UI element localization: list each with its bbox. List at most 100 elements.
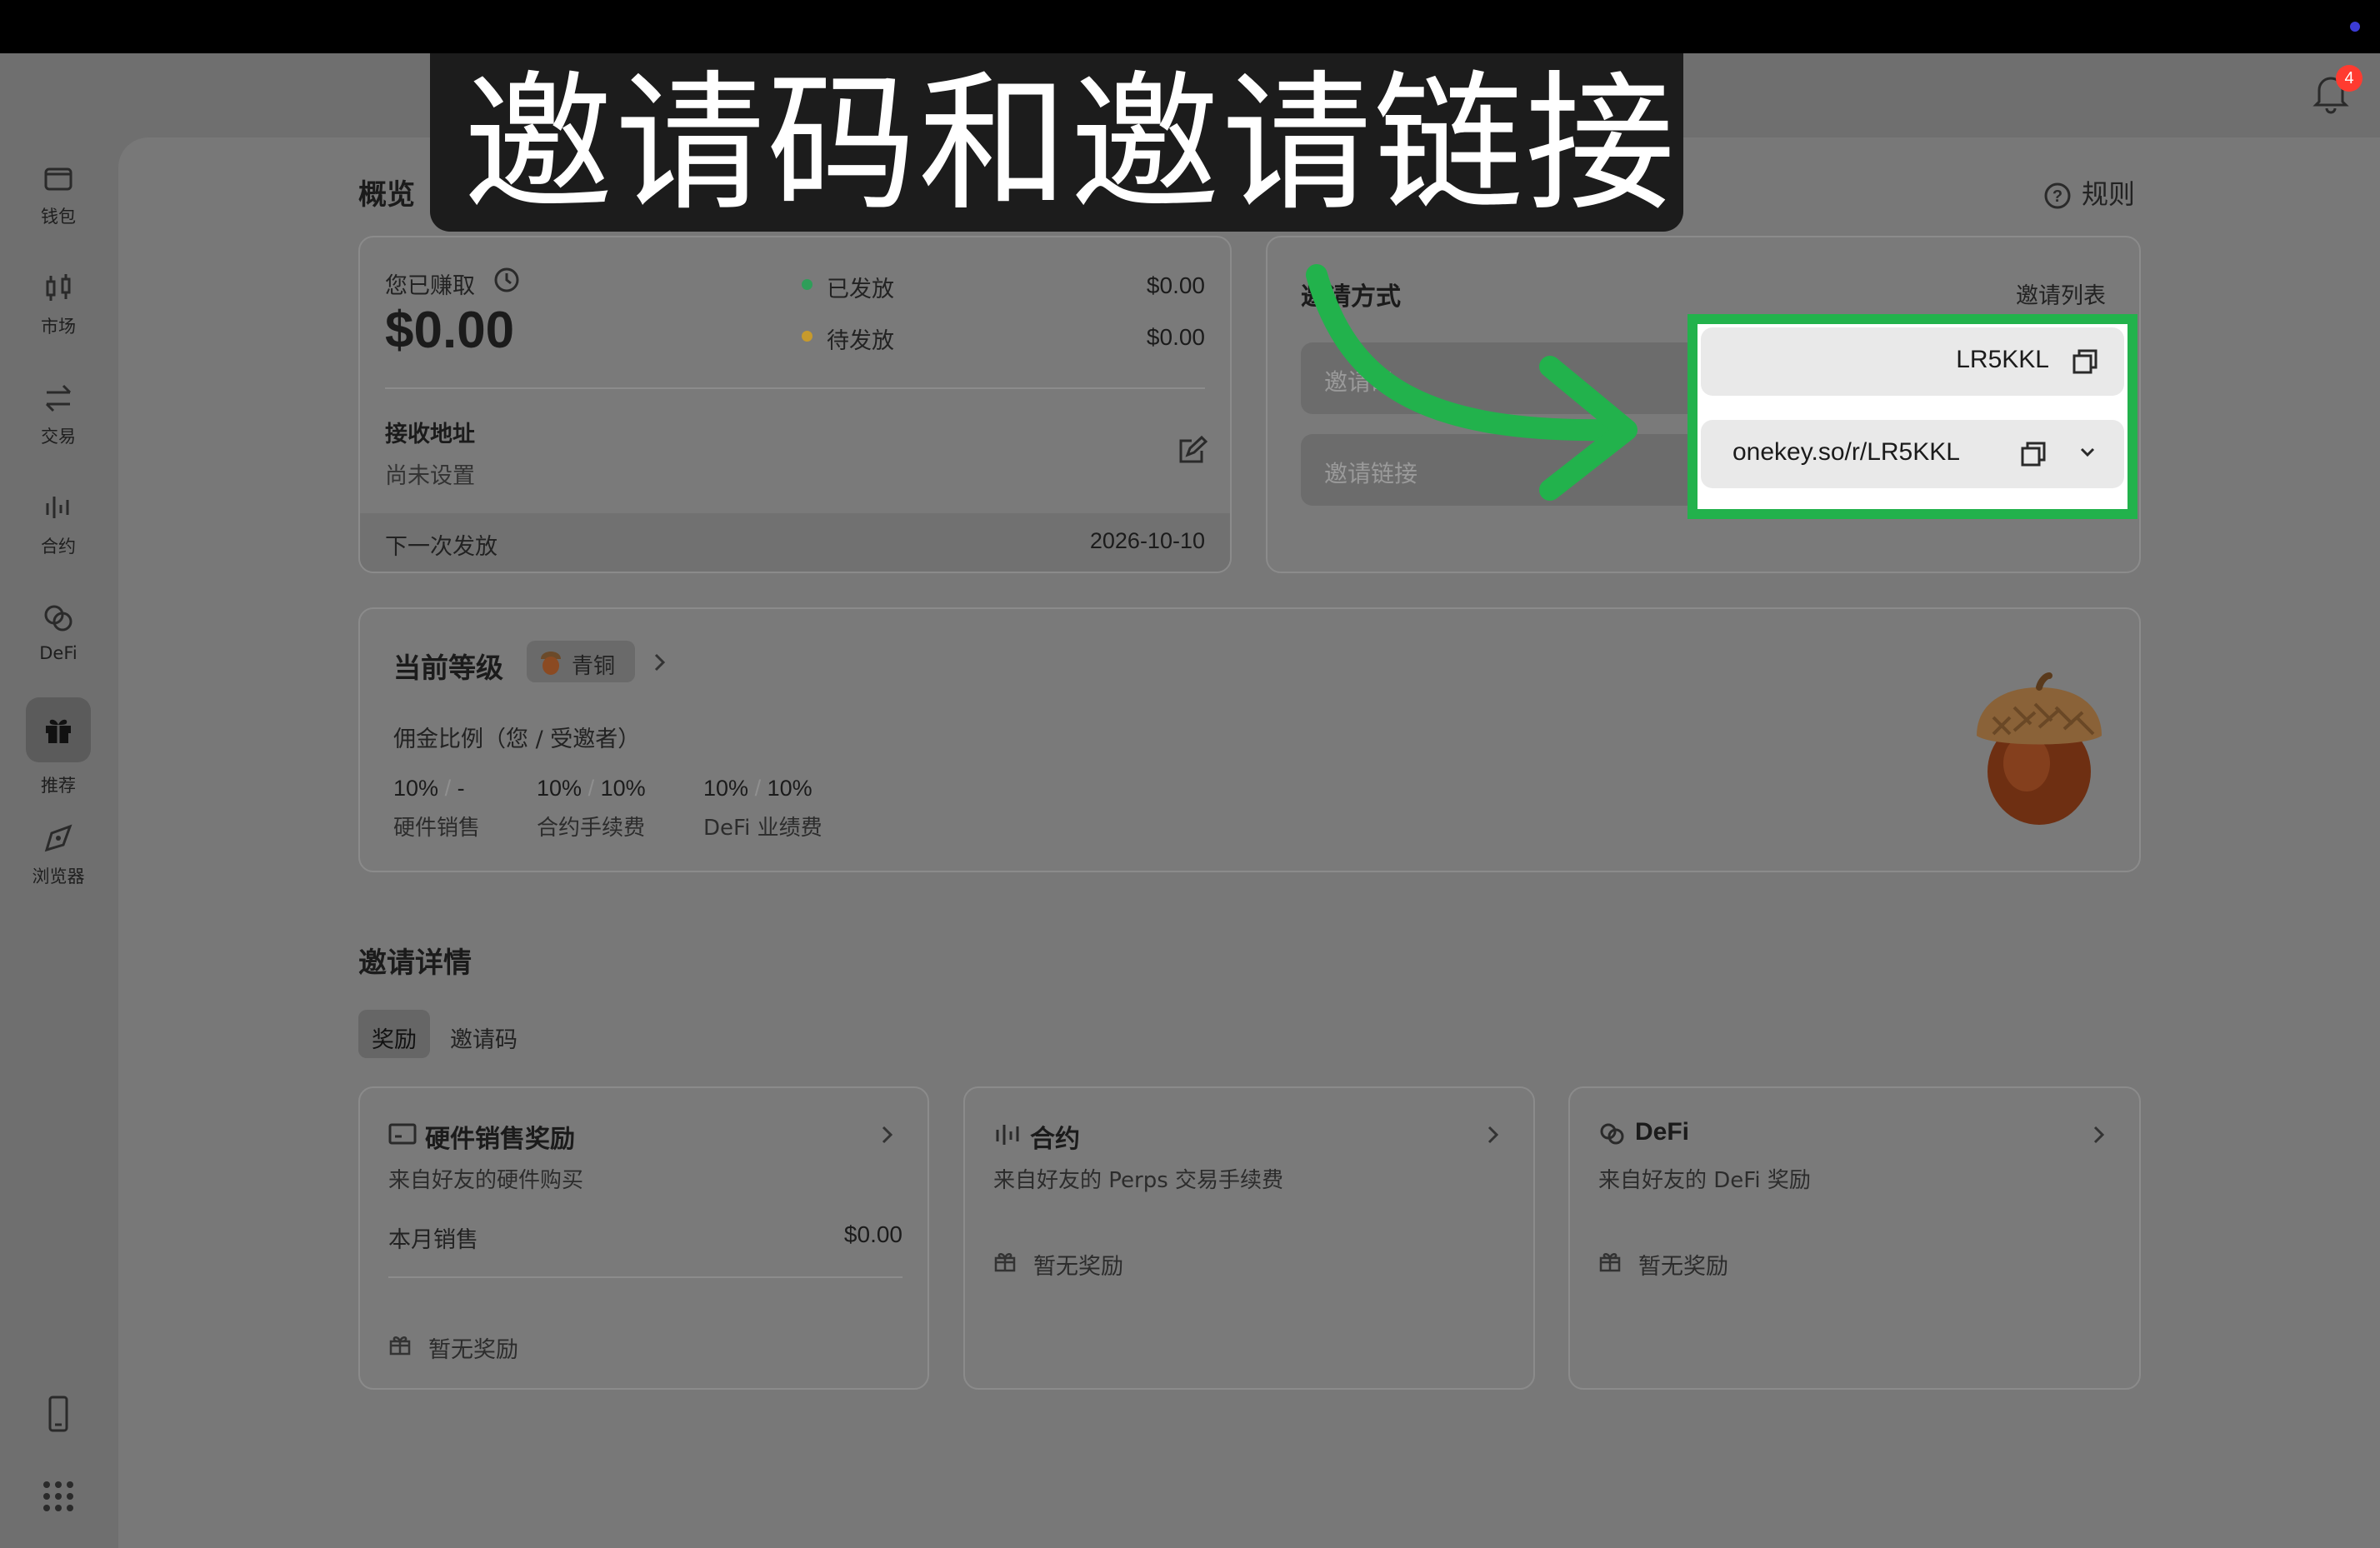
divider (385, 387, 1205, 389)
chevron-right-icon[interactable] (2092, 1125, 2106, 1145)
sidebar: 钱包 市场 交易 合约 DeFi 推荐 浏览器 (0, 53, 117, 1548)
commission-label: 佣金比例（您 / 受邀者） (393, 727, 641, 752)
invite-link-field[interactable]: onekey.so/r/LR5KKL (1701, 420, 2124, 488)
tab-rewards[interactable]: 奖励 (358, 1010, 430, 1058)
card-title: DeFi (1635, 1118, 1690, 1146)
chevron-right-icon[interactable] (881, 1125, 894, 1145)
notification-button[interactable]: 4 (2312, 65, 2362, 123)
sidebar-item-label: 交易 (41, 427, 76, 447)
next-payout-bar: 下一次发放 2026-10-10 (360, 513, 1230, 572)
perps-icon (46, 497, 69, 518)
empty-rewards: 暂无奖励 (1638, 1254, 1728, 1280)
sidebar-item-perps[interactable]: 合约 (0, 492, 117, 558)
issued-dot (802, 279, 812, 290)
rules-label: 规则 (2082, 178, 2136, 210)
clock-icon[interactable] (493, 267, 520, 293)
candlestick-icon (46, 274, 71, 301)
empty-rewards: 暂无奖励 (428, 1337, 518, 1363)
active-indicator (26, 697, 91, 762)
pending-value: $0.00 (1146, 324, 1205, 350)
sidebar-item-label: 市场 (41, 317, 76, 337)
edit-icon[interactable] (1177, 435, 1208, 466)
monthly-sales-label: 本月销售 (388, 1227, 478, 1253)
invite-code-field[interactable]: LR5KKL (1701, 327, 2124, 396)
svg-text:?: ? (2052, 187, 2062, 206)
level-card: 当前等级 青铜 佣金比例（您 / 受邀者） 10% / - 硬件销售 10% /… (358, 607, 2141, 872)
copy-icon[interactable] (2019, 440, 2048, 468)
rate-hardware: 10% / - (393, 776, 465, 801)
next-payout-label: 下一次发放 (385, 534, 498, 560)
rate-defi-label: DeFi 业绩费 (703, 816, 822, 841)
reward-card-hardware[interactable]: 硬件销售奖励 来自好友的硬件购买 本月销售 $0.00 暂无奖励 (358, 1086, 929, 1390)
address-value: 尚未设置 (385, 463, 475, 489)
earnings-card: 您已赚取 $0.00 已发放 $0.00 待发放 $0.00 接收地址 尚未设置… (358, 236, 1232, 573)
card-title: 合约 (1030, 1125, 1080, 1154)
gift-icon (46, 719, 71, 743)
gift-icon (994, 1253, 1016, 1272)
next-payout-date: 2026-10-10 (1089, 528, 1205, 553)
address-label: 接收地址 (385, 422, 475, 447)
video-caption: 邀请码和邀请链接 (430, 53, 1683, 232)
sidebar-item-market[interactable]: 市场 (0, 272, 117, 338)
section-title-details: 邀请详情 (358, 946, 472, 980)
caption-text: 邀请码和邀请链接 (463, 57, 1678, 232)
reward-card-defi[interactable]: DeFi 来自好友的 DeFi 奖励 暂无奖励 (1568, 1086, 2141, 1390)
pending-dot (802, 331, 812, 342)
invite-list-link[interactable]: 邀请列表 (2016, 277, 2106, 310)
sidebar-item-trade[interactable]: 交易 (0, 382, 117, 448)
tab-label: 奖励 (372, 1027, 417, 1053)
rate-perps-label: 合约手续费 (537, 816, 646, 841)
sidebar-item-defi[interactable]: DeFi (0, 602, 117, 663)
sidebar-item-wallet[interactable]: 钱包 (0, 162, 117, 228)
top-bar (0, 0, 2380, 53)
reward-card-perps[interactable]: 合约 来自好友的 Perps 交易手续费 暂无奖励 (963, 1086, 1535, 1390)
device-icon[interactable] (42, 1395, 75, 1433)
rate-perps: 10% / 10% (537, 776, 646, 801)
wallet-icon (44, 167, 72, 191)
acorn-illustration (1977, 672, 2102, 825)
card-subtitle: 来自好友的硬件购买 (388, 1168, 584, 1193)
annotation-arrow (1306, 264, 1638, 501)
rate-hardware-label: 硬件销售 (393, 816, 481, 841)
gift-icon (389, 1336, 411, 1356)
invite-link-value: onekey.so/r/LR5KKL (1732, 438, 1960, 466)
rate-defi: 10% / 10% (703, 776, 812, 801)
copy-icon[interactable] (2071, 347, 2099, 376)
sidebar-item-label: DeFi (39, 643, 78, 663)
divider (388, 1276, 902, 1278)
pending-label: 待发放 (827, 328, 894, 354)
defi-icon (1600, 1123, 1624, 1145)
defi-icon (44, 605, 72, 632)
chevron-right-icon[interactable] (1487, 1125, 1500, 1145)
sidebar-item-label: 钱包 (41, 207, 76, 227)
tab-invite-codes[interactable]: 邀请码 (450, 1021, 518, 1054)
level-badge[interactable]: 青铜 (527, 641, 635, 682)
earned-label: 您已赚取 (385, 273, 475, 299)
section-title-overview: 概览 (358, 178, 415, 212)
earned-value: $0.00 (385, 302, 515, 359)
invite-code-value: LR5KKL (1956, 346, 2049, 373)
swap-icon (45, 384, 72, 412)
empty-rewards: 暂无奖励 (1033, 1254, 1123, 1280)
apps-grid-icon[interactable] (42, 1480, 75, 1513)
monthly-sales-value: $0.00 (843, 1221, 902, 1247)
sidebar-item-browser[interactable]: 浏览器 (0, 821, 117, 888)
help-circle-icon: ? (2044, 182, 2071, 209)
card-title: 硬件销售奖励 (425, 1125, 575, 1154)
acorn-icon (541, 652, 561, 675)
sidebar-item-label: 推荐 (41, 776, 76, 796)
sidebar-item-label: 浏览器 (32, 866, 85, 886)
sidebar-item-referral[interactable]: 推荐 (0, 697, 117, 797)
rules-link[interactable]: ? 规则 (2043, 173, 2135, 212)
perps-icon (996, 1125, 1019, 1145)
sidebar-item-label: 合约 (41, 537, 76, 557)
notification-count-badge: 4 (2336, 65, 2362, 92)
level-badge-label: 青铜 (572, 654, 616, 679)
card-subtitle: 来自好友的 Perps 交易手续费 (993, 1168, 1284, 1193)
chevron-right-icon[interactable] (653, 652, 667, 672)
hardware-icon (388, 1123, 417, 1145)
issued-value: $0.00 (1146, 272, 1205, 298)
chevron-down-icon[interactable] (2079, 447, 2096, 458)
compass-icon (44, 824, 72, 852)
highlight-box: LR5KKL onekey.so/r/LR5KKL (1688, 314, 2138, 519)
